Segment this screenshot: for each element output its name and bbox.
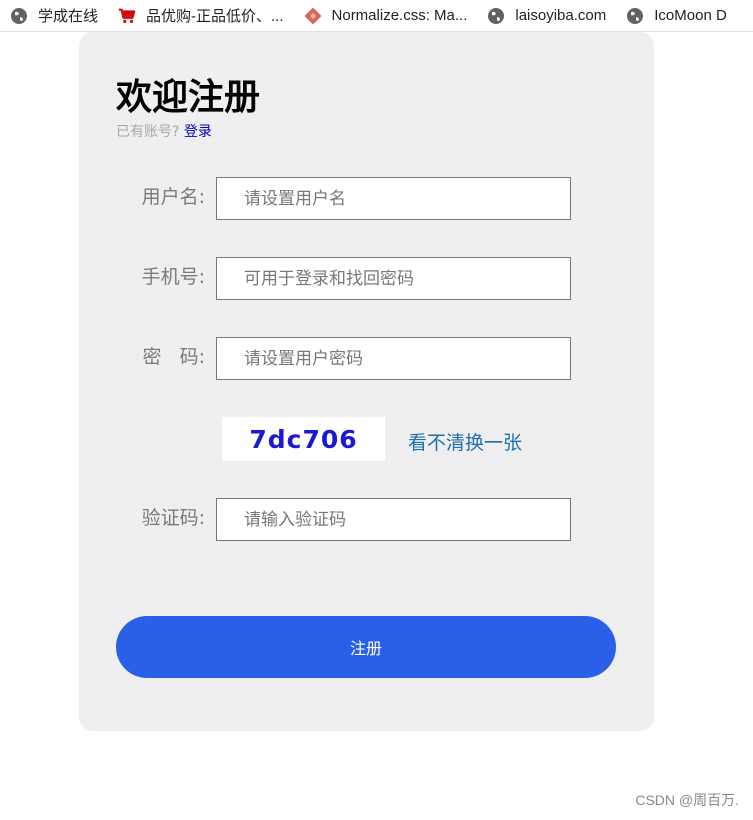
bookmark-normalize[interactable]: Normalize.css: Ma... <box>294 0 478 31</box>
bookmark-label: Normalize.css: Ma... <box>331 7 468 24</box>
register-button[interactable]: 注册 <box>116 616 616 678</box>
bookmark-pinyougou[interactable]: 品优购-正品低价、... <box>108 0 294 31</box>
phone-row: 手机号: <box>79 257 654 300</box>
captcha-refresh-link[interactable]: 看不清换一张 <box>408 428 522 455</box>
has-account-line: 已有账号? 登录 <box>116 121 212 141</box>
captcha-input[interactable] <box>216 498 571 541</box>
diamond-icon <box>304 7 322 25</box>
bookmark-laisoyiba[interactable]: laisoyiba.com <box>477 0 616 31</box>
phone-label: 手机号: <box>141 266 205 288</box>
cart-icon <box>118 7 136 25</box>
username-row: 用户名: <box>79 177 654 220</box>
username-input[interactable] <box>216 177 571 220</box>
captcha-label: 验证码: <box>141 507 205 529</box>
username-label: 用户名: <box>141 186 205 208</box>
bookmark-label: laisoyiba.com <box>515 7 607 24</box>
login-link[interactable]: 登录 <box>184 124 212 140</box>
globe-icon <box>626 7 644 25</box>
bookmark-label: 学成在线 <box>38 8 99 25</box>
bookmarks-bar: 学成在线 品优购-正品低价、... Normalize.css: Ma... l… <box>0 0 753 32</box>
password-label: 密 码: <box>142 346 205 368</box>
bookmark-label: 品优购-正品低价、... <box>146 8 284 25</box>
phone-input[interactable] <box>216 257 571 300</box>
captcha-image[interactable]: 7dc706 <box>222 417 385 461</box>
bookmark-label: IcoMoon D <box>654 7 727 24</box>
captcha-row: 验证码: <box>79 498 654 541</box>
has-account-text: 已有账号? <box>116 124 180 140</box>
password-input[interactable] <box>216 337 571 380</box>
password-row: 密 码: <box>79 337 654 380</box>
bookmark-xuecheng[interactable]: 学成在线 <box>0 0 108 31</box>
page-title: 欢迎注册 <box>116 77 261 118</box>
register-card: 欢迎注册 已有账号? 登录 用户名: 手机号: 密 码: 7dc706 看不清换… <box>79 32 654 731</box>
globe-icon <box>10 7 28 25</box>
bookmark-icomoon[interactable]: IcoMoon D <box>616 0 737 31</box>
csdn-watermark: CSDN @周百万. <box>635 792 739 808</box>
globe-icon <box>487 7 505 25</box>
